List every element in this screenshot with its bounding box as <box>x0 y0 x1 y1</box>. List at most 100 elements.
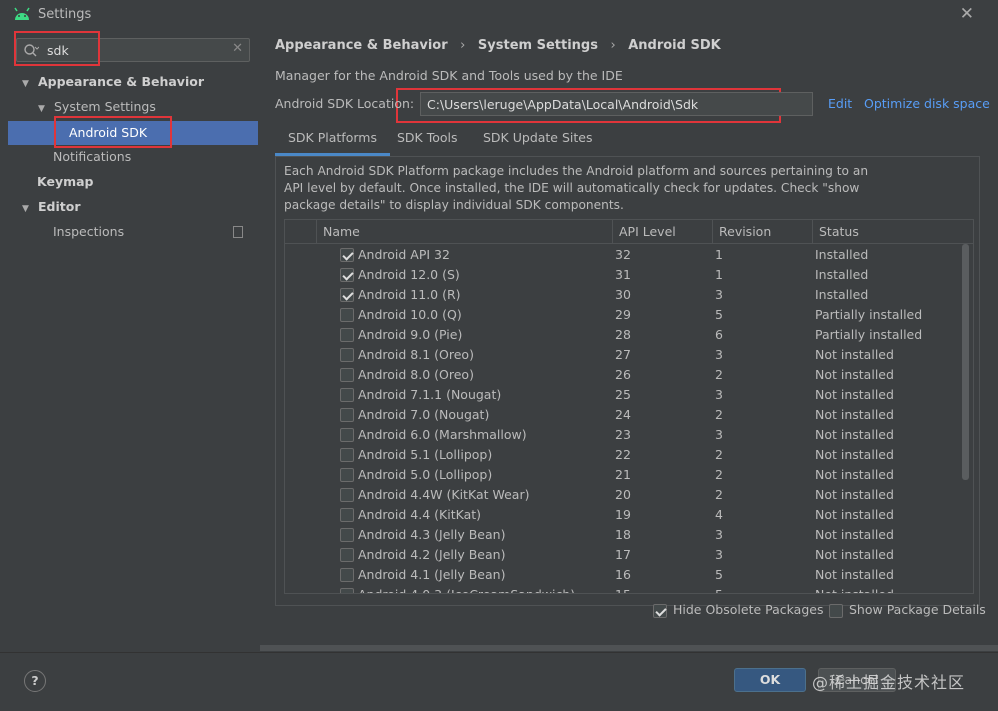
breadcrumb-item[interactable]: System Settings <box>478 38 598 53</box>
package-name-cell: Android 5.1 (Lollipop) <box>358 447 493 462</box>
table-row[interactable]: Android 4.4W (KitKat Wear) 20 2 Not install… <box>285 485 965 505</box>
table-row[interactable]: Android 5.0 (Lollipop) 21 2 Not installed <box>285 465 965 485</box>
table-row[interactable]: Android 6.0 (Marshmallow) 23 3 Not installe… <box>285 425 965 445</box>
clear-search-icon[interactable]: ✕ <box>232 41 243 56</box>
chevron-down-icon[interactable]: ▼ <box>38 97 50 121</box>
package-name-cell: Android 4.4W (KitKat Wear) <box>358 487 530 502</box>
breadcrumb-item[interactable]: Appearance & Behavior <box>275 38 448 53</box>
table-row[interactable]: Android 4.1 (Jelly Bean) 16 5 Not installed <box>285 565 965 585</box>
chevron-right-icon: › <box>460 38 466 53</box>
revision-cell: 3 <box>715 347 723 362</box>
table-row[interactable]: Android 5.1 (Lollipop) 22 2 Not installed <box>285 445 965 465</box>
show-details-checkbox[interactable] <box>829 604 843 618</box>
api-level-cell: 18 <box>615 527 631 542</box>
package-checkbox[interactable] <box>340 368 354 382</box>
package-checkbox[interactable] <box>340 248 354 262</box>
package-name-cell: Android 11.0 (R) <box>358 287 461 302</box>
table-row[interactable]: Android 11.0 (R) 30 3 Installed <box>285 285 965 305</box>
tab-sdk-update-sites[interactable]: SDK Update Sites <box>470 126 606 156</box>
package-checkbox[interactable] <box>340 408 354 422</box>
tree-appearance-behavior[interactable]: ▼ Appearance & Behavior <box>22 70 204 94</box>
tab-sdk-platforms[interactable]: SDK Platforms <box>275 126 390 156</box>
status-cell: Installed <box>815 247 869 262</box>
table-row[interactable]: Android 4.3 (Jelly Bean) 18 3 Not installed <box>285 525 965 545</box>
hide-obsolete-checkbox[interactable] <box>653 604 667 618</box>
package-checkbox[interactable] <box>340 548 354 562</box>
tree-system-settings[interactable]: ▼ System Settings <box>38 95 156 119</box>
package-name-cell: Android 4.4 (KitKat) <box>358 507 482 522</box>
revision-cell: 5 <box>715 307 723 322</box>
package-checkbox[interactable] <box>340 328 354 342</box>
sdk-platforms-table: Name API Level Revision Status Android A… <box>284 219 974 594</box>
revision-cell: 2 <box>715 487 723 502</box>
package-checkbox[interactable] <box>340 428 354 442</box>
revision-cell: 2 <box>715 467 723 482</box>
table-row[interactable]: Android 12.0 (S) 31 1 Installed <box>285 265 965 285</box>
tree-editor[interactable]: ▼ Editor <box>22 195 80 219</box>
tree-inspections[interactable]: Inspections <box>53 220 253 244</box>
column-header-name[interactable]: Name <box>316 220 612 244</box>
tree-android-sdk[interactable]: Android SDK <box>8 121 258 145</box>
show-details-label: Show Package Details <box>849 602 986 617</box>
search-input[interactable] <box>47 41 227 59</box>
status-cell: Partially installed <box>815 307 923 322</box>
optimize-disk-space-link[interactable]: Optimize disk space <box>864 96 990 111</box>
status-cell: Not installed <box>815 527 894 542</box>
table-row[interactable]: Android 8.1 (Oreo) 27 3 Not installed <box>285 345 965 365</box>
status-cell: Partially installed <box>815 327 923 342</box>
package-checkbox[interactable] <box>340 288 354 302</box>
help-button[interactable]: ? <box>24 670 46 692</box>
table-row[interactable]: Android 8.0 (Oreo) 26 2 Not installed <box>285 365 965 385</box>
tree-keymap[interactable]: Keymap <box>37 170 94 194</box>
sdk-location-label: Android SDK Location: <box>275 96 415 111</box>
table-row[interactable]: Android 9.0 (Pie) 28 6 Partially installed <box>285 325 965 345</box>
ok-button[interactable]: OK <box>734 668 806 692</box>
api-level-cell: 32 <box>615 247 631 262</box>
package-checkbox[interactable] <box>340 388 354 402</box>
breadcrumb: Appearance & Behavior › System Settings … <box>275 38 721 53</box>
edit-link[interactable]: Edit <box>828 96 852 111</box>
tree-item-label: Editor <box>37 199 81 214</box>
package-checkbox[interactable] <box>340 468 354 482</box>
vertical-scrollbar[interactable] <box>962 244 969 480</box>
package-checkbox[interactable] <box>340 268 354 282</box>
close-icon[interactable]: ✕ <box>960 4 974 24</box>
table-row[interactable]: Android 4.4 (KitKat) 19 4 Not installed <box>285 505 965 525</box>
package-name-cell: Android 4.2 (Jelly Bean) <box>358 547 506 562</box>
table-row[interactable]: Android 4.0.3 (IceCreamSandwich) 15 5 Not i… <box>285 585 965 593</box>
revision-cell: 1 <box>715 247 723 262</box>
chevron-down-icon[interactable]: ▼ <box>22 72 34 96</box>
column-header-status[interactable]: Status <box>812 220 973 244</box>
tab-sdk-tools[interactable]: SDK Tools <box>384 126 471 156</box>
breadcrumb-item: Android SDK <box>628 38 721 53</box>
package-name-cell: Android 8.0 (Oreo) <box>358 367 474 382</box>
status-cell: Installed <box>815 267 869 282</box>
search-icon <box>24 44 39 57</box>
table-row[interactable]: Android 7.1.1 (Nougat) 25 3 Not installed <box>285 385 965 405</box>
package-checkbox[interactable] <box>340 588 354 593</box>
package-checkbox[interactable] <box>340 568 354 582</box>
horizontal-scrollbar[interactable] <box>260 645 998 651</box>
search-box[interactable]: ✕ <box>16 38 250 62</box>
status-cell: Not installed <box>815 487 894 502</box>
table-row[interactable]: Android 4.2 (Jelly Bean) 17 3 Not installed <box>285 545 965 565</box>
table-row[interactable]: Android 7.0 (Nougat) 24 2 Not installed <box>285 405 965 425</box>
api-level-cell: 22 <box>615 447 631 462</box>
table-row[interactable]: Android 10.0 (Q) 29 5 Partially installed <box>285 305 965 325</box>
status-cell: Not installed <box>815 507 894 522</box>
package-checkbox[interactable] <box>340 508 354 522</box>
package-checkbox[interactable] <box>340 528 354 542</box>
package-checkbox[interactable] <box>340 488 354 502</box>
package-checkbox[interactable] <box>340 448 354 462</box>
revision-cell: 3 <box>715 527 723 542</box>
tree-notifications[interactable]: Notifications <box>53 145 131 169</box>
column-header-revision[interactable]: Revision <box>712 220 812 244</box>
sdk-location-field[interactable] <box>420 92 813 116</box>
api-level-cell: 26 <box>615 367 631 382</box>
package-checkbox[interactable] <box>340 348 354 362</box>
package-checkbox[interactable] <box>340 308 354 322</box>
chevron-down-icon[interactable]: ▼ <box>22 197 34 221</box>
table-row[interactable]: Android API 32 32 1 Installed <box>285 245 965 265</box>
column-header-api-level[interactable]: API Level <box>612 220 712 244</box>
api-level-cell: 17 <box>615 547 631 562</box>
